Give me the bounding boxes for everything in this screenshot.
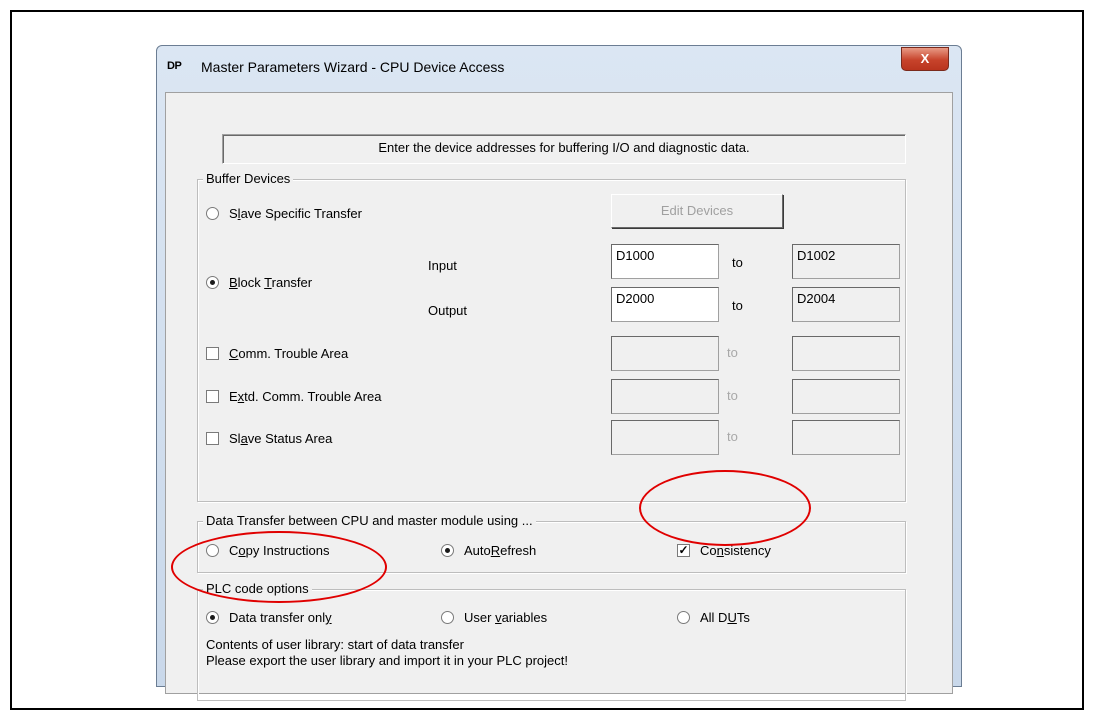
radio-indicator (441, 544, 454, 557)
dialog-client-area: Enter the device addresses for buffering… (165, 92, 953, 701)
block-transfer-radio[interactable]: Block Transfer (206, 275, 312, 290)
window-title: Master Parameters Wizard - CPU Device Ac… (201, 59, 505, 75)
data-transfer-only-radio[interactable]: Data transfer only (206, 610, 332, 625)
comm-trouble-to-label: to (727, 345, 738, 360)
comm-trouble-start-field (611, 336, 719, 371)
consistency-checkbox[interactable]: ✓ Consistency (677, 543, 771, 558)
all-duts-radio[interactable]: All DUTs (677, 610, 750, 625)
slave-status-start-field (611, 420, 719, 455)
comm-trouble-area-checkbox[interactable]: Comm. Trouble Area (206, 346, 348, 361)
input-label: Input (428, 258, 457, 273)
autorefresh-label: AutoRefresh (464, 543, 537, 558)
output-start-field[interactable]: D2000 (611, 287, 719, 322)
slave-specific-transfer-radio[interactable]: Slave Specific Transfer (206, 206, 362, 221)
consistency-label: Consistency (700, 543, 771, 558)
app-icon: DP (167, 60, 182, 72)
autorefresh-radio[interactable]: AutoRefresh (441, 543, 536, 558)
title-bar[interactable]: DP Master Parameters Wizard - CPU Device… (157, 46, 961, 86)
checkbox-indicator (206, 390, 219, 403)
plc-note-line-2: Please export the user library and impor… (206, 653, 569, 668)
input-start-field[interactable]: D1000 (611, 244, 719, 279)
extd-comm-trouble-end-field (792, 379, 900, 414)
checkbox-indicator (206, 432, 219, 445)
buffer-devices-legend: Buffer Devices (203, 171, 294, 186)
checkbox-indicator (206, 347, 219, 360)
checkmark-icon: ✓ (677, 543, 690, 557)
close-button[interactable]: X (901, 47, 949, 71)
input-to-label: to (732, 255, 743, 270)
data-transfer-legend: Data Transfer between CPU and master mod… (203, 513, 536, 528)
copy-instructions-label: Copy Instructions (229, 543, 330, 558)
radio-indicator (206, 544, 219, 557)
user-variables-label: User variables (464, 610, 548, 625)
close-icon: X (920, 51, 930, 66)
radio-indicator (206, 276, 219, 289)
slave-status-end-field (792, 420, 900, 455)
slave-status-area-label: Slave Status Area (229, 431, 333, 446)
extd-comm-trouble-area-label: Extd. Comm. Trouble Area (229, 389, 382, 404)
extd-comm-trouble-start-field (611, 379, 719, 414)
comm-trouble-end-field (792, 336, 900, 371)
radio-indicator (206, 207, 219, 220)
plc-code-options-legend: PLC code options (203, 581, 312, 596)
slave-status-to-label: to (727, 429, 738, 444)
edit-devices-button[interactable]: Edit Devices (611, 194, 783, 228)
data-transfer-only-label: Data transfer only (229, 610, 332, 625)
radio-indicator (206, 611, 219, 624)
slave-specific-transfer-label: Slave Specific Transfer (229, 206, 362, 221)
output-end-field: D2004 (792, 287, 900, 322)
block-transfer-label: Block Transfer (229, 275, 313, 290)
radio-indicator (441, 611, 454, 624)
output-label: Output (428, 303, 468, 318)
radio-indicator (677, 611, 690, 624)
output-to-label: to (732, 298, 743, 313)
all-duts-label: All DUTs (700, 610, 750, 625)
plc-note-line-1: Contents of user library: start of data … (206, 637, 464, 652)
comm-trouble-area-label: Comm. Trouble Area (229, 346, 349, 361)
input-end-field: D1002 (792, 244, 900, 279)
slave-status-area-checkbox[interactable]: Slave Status Area (206, 431, 332, 446)
user-variables-radio[interactable]: User variables (441, 610, 547, 625)
wizard-window: DP Master Parameters Wizard - CPU Device… (156, 45, 962, 701)
info-message: Enter the device addresses for buffering… (222, 134, 906, 164)
extd-comm-trouble-area-checkbox[interactable]: Extd. Comm. Trouble Area (206, 389, 381, 404)
extd-comm-trouble-to-label: to (727, 388, 738, 403)
copy-instructions-radio[interactable]: Copy Instructions (206, 543, 329, 558)
